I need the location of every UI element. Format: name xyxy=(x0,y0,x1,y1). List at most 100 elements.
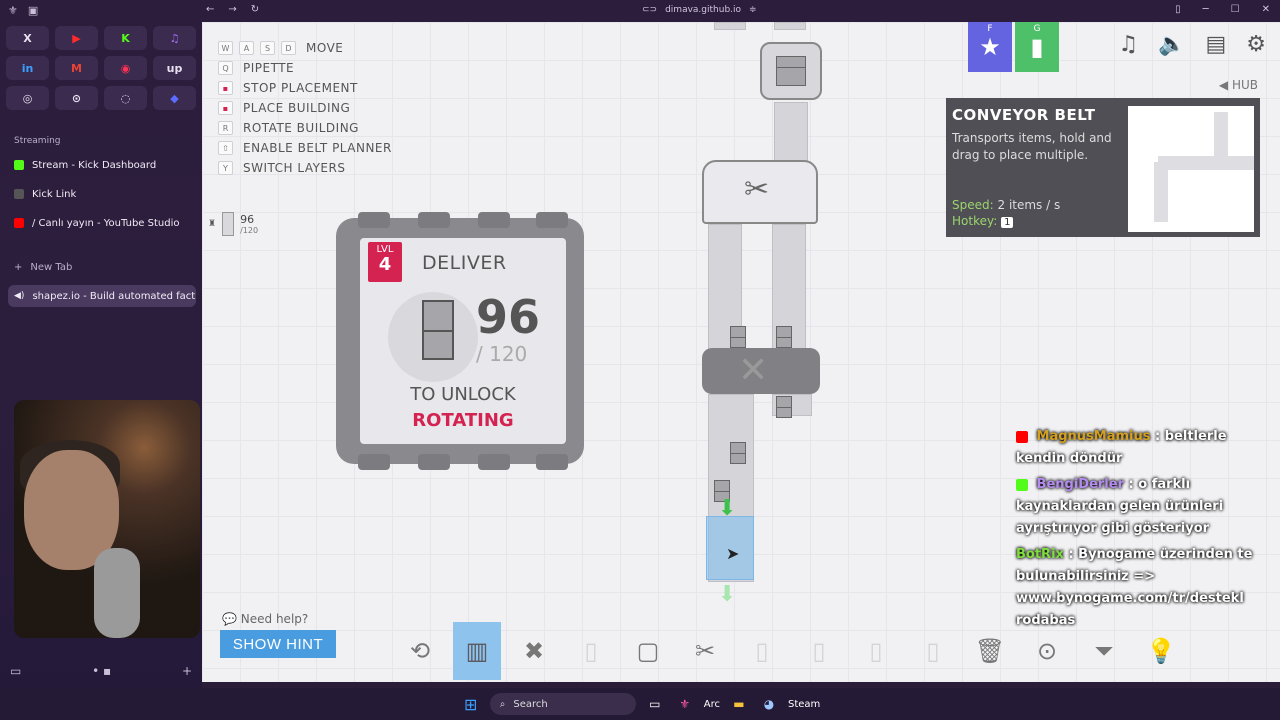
kick-icon xyxy=(1016,478,1028,491)
add-icon[interactable]: + xyxy=(182,664,192,678)
locked-tunnel-icon: ▯ xyxy=(584,637,598,665)
link-icon: ⊂⊃ xyxy=(642,5,658,15)
hub-link[interactable]: ◀ HUB xyxy=(1219,78,1258,92)
building-preview xyxy=(1128,106,1254,232)
favorite-up[interactable]: up xyxy=(153,56,196,80)
speaker-icon: ◀) xyxy=(14,291,25,301)
new-tab-button[interactable]: + New Tab xyxy=(8,256,196,278)
maximize-icon[interactable]: ☐ xyxy=(1231,4,1240,15)
filter-icon[interactable]: ⏷ xyxy=(1080,622,1128,680)
favorite-ring[interactable]: ◌ xyxy=(104,86,147,110)
plus-icon: + xyxy=(14,261,23,273)
sidebar-controls: ⚜ ▣ xyxy=(8,4,38,17)
minimize-icon[interactable]: ─ xyxy=(1203,4,1209,15)
goal-shape-icon xyxy=(422,300,454,360)
windows-start-icon[interactable]: ⊞ xyxy=(460,693,482,715)
stream-chat-overlay: MagnusMamius : beltlerle kendin döndür B… xyxy=(1016,426,1280,632)
favorites-grid: X ▶ K ♫ in M ◉ up ◎ ⊙ ◌ ◆ xyxy=(6,26,196,110)
keybind-rotate: R ROTATE BUILDING xyxy=(218,118,392,138)
space-dots-icon[interactable]: • ▪ xyxy=(92,664,111,678)
keybind-switch-layers: Y SWITCH LAYERS xyxy=(218,158,392,178)
task-view-icon[interactable]: ▭ xyxy=(644,693,666,715)
arc-app-icon[interactable]: ⚜ xyxy=(674,693,696,715)
extractor-building[interactable] xyxy=(760,42,822,100)
favorite-linkedin[interactable]: in xyxy=(6,56,49,80)
trash-icon[interactable]: 🗑 xyxy=(966,622,1014,680)
conveyor-belt[interactable] xyxy=(714,22,746,30)
cutter-building[interactable]: ✂ xyxy=(702,160,818,224)
volume-icon[interactable]: 🔈 xyxy=(1158,32,1185,57)
statistics-button[interactable]: G ▮ xyxy=(1015,22,1059,72)
chat-message: MagnusMamius : beltlerle kendin döndür xyxy=(1016,429,1227,466)
sidebar-toggle-icon[interactable]: ▣ xyxy=(28,4,38,17)
url-bar[interactable]: ⊂⊃ dimava.github.io ≑ xyxy=(642,5,757,15)
favorite-x[interactable]: X xyxy=(6,26,49,50)
reload-icon[interactable]: ↻ xyxy=(251,4,259,15)
keybind-stop-placement: ▪ STOP PLACEMENT xyxy=(218,78,392,98)
game-canvas[interactable]: W A S D MOVE Q PIPETTE ▪ STOP PLACEMENT … xyxy=(202,22,1280,682)
archive-icon[interactable]: ▭ xyxy=(10,664,21,678)
extractor-icon[interactable]: ▢ xyxy=(624,622,672,680)
item-shape xyxy=(776,56,806,86)
keybinding-overlay: W A S D MOVE Q PIPETTE ▪ STOP PLACEMENT … xyxy=(218,38,392,178)
chat-message: BotRix : Bynogame üzerinden te bulunabil… xyxy=(1016,547,1253,628)
tab-kick-link[interactable]: Kick Link xyxy=(8,183,196,205)
forward-icon[interactable]: → xyxy=(228,4,236,15)
url-text: dimava.github.io xyxy=(665,5,742,15)
toggle-icon[interactable]: ⊙ xyxy=(1023,622,1071,680)
deliver-label: DELIVER xyxy=(422,252,507,274)
browser-toolbar: ← → ↻ ⊂⊃ dimava.github.io ≑ ▯ ─ ☐ ✕ xyxy=(202,0,1280,22)
help-label: 💬 Need help? xyxy=(222,612,309,626)
steam-app-label[interactable]: Steam xyxy=(788,699,820,710)
cursor-icon: ➤ xyxy=(726,544,740,563)
hub-building[interactable]: LVL 4 DELIVER 96 / 120 TO UNLOCK ROTATIN… xyxy=(336,212,584,470)
rotate-icon[interactable]: ⟲ xyxy=(396,622,444,680)
scissors-icon: ✂ xyxy=(744,172,770,207)
split-view-icon[interactable]: ▯ xyxy=(1175,4,1181,15)
balancer-building[interactable]: ✕ xyxy=(702,348,820,394)
tab-youtube-studio[interactable]: / Canlı yayın - YouTube Studio xyxy=(8,212,196,234)
webcam-overlay xyxy=(14,400,200,638)
favorite-youtube[interactable]: ▶ xyxy=(55,26,98,50)
sidebar-bottom: ▭ • ▪ + xyxy=(10,664,192,678)
building-title: CONVEYOR BELT xyxy=(952,106,1096,124)
cutter-icon[interactable]: ✂ xyxy=(681,622,729,680)
shape-icon xyxy=(222,212,235,236)
tab-kick-dashboard[interactable]: Stream - Kick Dashboard xyxy=(8,154,196,176)
balancer-icon[interactable]: ✖ xyxy=(510,622,558,680)
conveyor-belt[interactable] xyxy=(774,22,806,30)
favorite-chatgpt[interactable]: ◎ xyxy=(6,86,49,110)
show-hint-button[interactable]: SHOW HINT xyxy=(220,630,336,658)
locked-rotator-icon: ▯ xyxy=(755,637,769,665)
lightbulb-icon[interactable]: 💡 xyxy=(1137,622,1185,680)
favorite-diamond[interactable]: ◆ xyxy=(153,86,196,110)
windows-taskbar: ⊞ ⌕ Search ▭ ⚜ Arc ▬ ◕ Steam xyxy=(0,688,1280,720)
taskbar-search[interactable]: ⌕ Search xyxy=(489,693,636,715)
steam-icon[interactable]: ◕ xyxy=(758,693,780,715)
favorite-kick[interactable]: K xyxy=(104,26,147,50)
arc-app-label[interactable]: Arc xyxy=(704,699,720,710)
favorite-twitch[interactable]: ♫ xyxy=(153,26,196,50)
back-icon[interactable]: ← xyxy=(206,4,214,15)
favorite-circle[interactable]: ⊙ xyxy=(55,86,98,110)
conveyor-belt[interactable] xyxy=(774,102,808,166)
shapes-button[interactable]: F ★ xyxy=(968,22,1012,72)
merge-icon: ✕ xyxy=(738,350,769,391)
youtube-icon xyxy=(14,218,24,228)
browser-sidebar: ⚜ ▣ X ▶ K ♫ in M ◉ up ◎ ⊙ ◌ ◆ Streaming … xyxy=(0,0,202,688)
conveyor-belt-icon[interactable]: ▥ xyxy=(453,622,501,680)
arc-logo-icon[interactable]: ⚜ xyxy=(8,4,18,17)
pin-icon[interactable]: ♜ xyxy=(208,219,216,229)
building-info-panel: CONVEYOR BELT Transports items, hold and… xyxy=(946,98,1260,237)
arrow-down-icon: ⬇ xyxy=(718,582,737,607)
save-icon[interactable]: ▤ xyxy=(1205,32,1226,57)
music-icon[interactable]: ♫ xyxy=(1118,32,1138,57)
folder-icon[interactable]: ▬ xyxy=(728,693,750,715)
favorite-red[interactable]: ◉ xyxy=(104,56,147,80)
favorite-gmail[interactable]: M xyxy=(55,56,98,80)
settings-icon[interactable]: ⚙ xyxy=(1246,32,1266,57)
item-shape xyxy=(776,326,792,348)
keybind-belt-planner: ⇧ ENABLE BELT PLANNER xyxy=(218,138,392,158)
tab-shapez[interactable]: ◀) shapez.io - Build automated fact... xyxy=(8,285,196,307)
close-icon[interactable]: ✕ xyxy=(1262,4,1270,15)
